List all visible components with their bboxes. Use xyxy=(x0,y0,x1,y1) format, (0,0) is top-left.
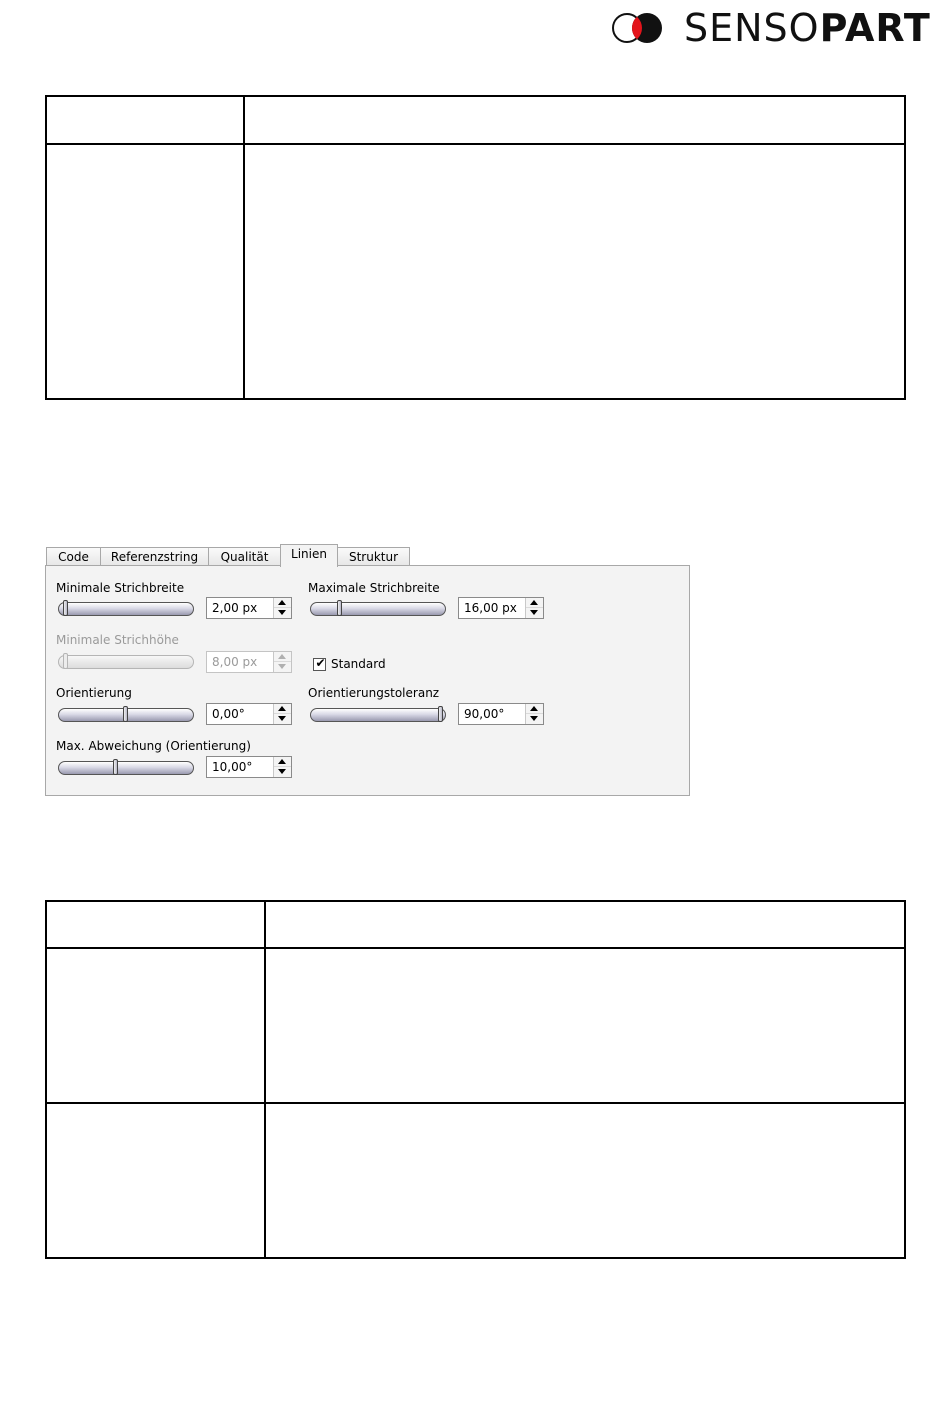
max-strichbreite-label: Maximale Strichbreite xyxy=(308,581,440,595)
spin-down-arrow-icon[interactable] xyxy=(274,608,291,618)
slider-track xyxy=(310,602,446,616)
min-strichbreite-value[interactable]: 2,00 px xyxy=(212,600,257,616)
standard-label[interactable]: Standard xyxy=(331,657,386,671)
spin-up-arrow-icon[interactable] xyxy=(274,704,291,714)
slider-thumb xyxy=(62,653,68,669)
table-column-divider xyxy=(264,902,266,1257)
orientierung-label: Orientierung xyxy=(56,686,132,700)
spin-down-arrow-icon[interactable] xyxy=(274,767,291,777)
slider-thumb[interactable] xyxy=(112,759,118,775)
min-strichbreite-label: Minimale Strichbreite xyxy=(56,581,185,595)
slider-track xyxy=(310,708,446,722)
max-abweichung-spinbox[interactable]: 10,00° xyxy=(206,756,292,778)
max-abweichung-slider[interactable] xyxy=(58,759,194,776)
spin-up-arrow-icon[interactable] xyxy=(526,704,543,714)
max-abweichung-label: Max. Abweichung (Orientierung) xyxy=(56,739,251,753)
tab-referenzstring[interactable]: Referenzstring xyxy=(100,547,209,566)
spin-up-arrow-icon[interactable] xyxy=(526,598,543,608)
orientierungstoleranz-value[interactable]: 90,00° xyxy=(464,706,504,722)
spin-down-arrow-icon[interactable] xyxy=(526,714,543,724)
orientierung-slider[interactable] xyxy=(58,706,194,723)
tab-bar: Code Referenzstring Qualität Linien Stru… xyxy=(45,544,690,567)
min-strichbreite-slider[interactable] xyxy=(58,600,194,617)
spin-arrows xyxy=(273,652,291,672)
spin-up-arrow-icon xyxy=(274,652,291,662)
min-strichhoehe-value: 8,00 px xyxy=(212,655,258,669)
spin-arrows xyxy=(273,598,291,618)
spin-arrows xyxy=(525,598,543,618)
tab-qualitaet[interactable]: Qualität xyxy=(208,547,281,566)
spin-arrows xyxy=(273,757,291,777)
slider-track xyxy=(58,655,194,669)
orientierung-value[interactable]: 0,00° xyxy=(212,706,245,722)
slider-track xyxy=(58,761,194,775)
orientierungstoleranz-label: Orientierungstoleranz xyxy=(308,686,440,700)
min-strichhoehe-label: Minimale Strichhöhe xyxy=(56,633,179,647)
top-table xyxy=(45,95,906,400)
orientierungstoleranz-slider[interactable] xyxy=(310,706,446,723)
slider-thumb[interactable] xyxy=(123,706,128,722)
spin-down-arrow-icon xyxy=(274,662,291,672)
table-row-divider xyxy=(47,1102,904,1104)
max-strichbreite-slider[interactable] xyxy=(310,600,446,617)
slider-thumb[interactable] xyxy=(62,600,68,616)
spin-up-arrow-icon[interactable] xyxy=(274,757,291,767)
spin-up-arrow-icon[interactable] xyxy=(274,598,291,608)
min-strichbreite-spinbox[interactable]: 2,00 px xyxy=(206,597,292,619)
tab-linien[interactable]: Linien xyxy=(280,544,338,567)
table-header-divider xyxy=(47,143,904,145)
logo-wordmark: SENSOPART xyxy=(684,6,931,50)
max-abweichung-value[interactable]: 10,00° xyxy=(212,759,252,775)
spin-arrows xyxy=(525,704,543,724)
table-header-divider xyxy=(47,947,904,949)
orientierung-spinbox[interactable]: 0,00° xyxy=(206,703,292,725)
min-strichhoehe-spinbox: 8,00 px xyxy=(206,651,292,673)
slider-thumb[interactable] xyxy=(337,600,343,616)
min-strichhoehe-slider xyxy=(58,653,194,670)
standard-checkbox[interactable]: ✔ xyxy=(313,656,326,671)
linien-panel: Minimale Strichbreite 2,00 px Maximale S… xyxy=(45,565,690,796)
spin-arrows xyxy=(273,704,291,724)
bottom-table xyxy=(45,900,906,1259)
logo-red-black-circle-icon xyxy=(632,13,662,43)
tab-struktur[interactable]: Struktur xyxy=(337,547,410,566)
slider-thumb[interactable] xyxy=(438,706,443,722)
checkmark-icon: ✔ xyxy=(315,656,326,670)
sensopart-logo: SENSOPART xyxy=(612,6,930,50)
slider-track xyxy=(58,602,194,616)
tab-code[interactable]: Code xyxy=(46,547,101,566)
linien-settings-dialog: Code Referenzstring Qualität Linien Stru… xyxy=(45,544,690,796)
spin-down-arrow-icon[interactable] xyxy=(526,608,543,618)
orientierungstoleranz-spinbox[interactable]: 90,00° xyxy=(458,703,544,725)
max-strichbreite-value[interactable]: 16,00 px xyxy=(464,600,517,616)
max-strichbreite-spinbox[interactable]: 16,00 px xyxy=(458,597,544,619)
spin-down-arrow-icon[interactable] xyxy=(274,714,291,724)
